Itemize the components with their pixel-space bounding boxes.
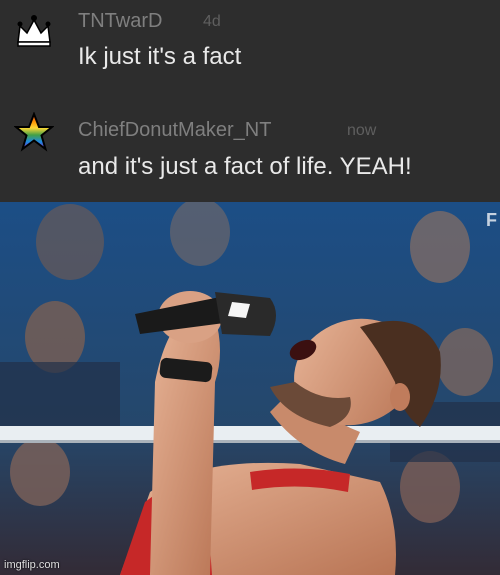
meme-image: F imgflip.com bbox=[0, 202, 500, 575]
comment-text: Ik just it's a fact bbox=[78, 43, 242, 70]
comment-timestamp: now bbox=[347, 122, 377, 139]
comment-timestamp: 4d bbox=[203, 13, 221, 30]
crown-icon[interactable] bbox=[14, 10, 54, 50]
rainbow-star-icon[interactable] bbox=[13, 111, 55, 152]
comment-username[interactable]: TNTwarD bbox=[78, 10, 162, 33]
comment: ChiefDonutMaker_NT now and it's just a f… bbox=[0, 100, 500, 202]
wrestler-singing-photo bbox=[0, 202, 500, 575]
comment: TNTwarD 4d Ik just it's a fact bbox=[0, 0, 500, 100]
comment-username[interactable]: ChiefDonutMaker_NT bbox=[78, 119, 271, 142]
comment-text: and it's just a fact of life. YEAH! bbox=[78, 153, 412, 180]
imgflip-watermark: imgflip.com bbox=[4, 559, 60, 571]
corner-logo: F bbox=[486, 210, 497, 230]
comment-thread: TNTwarD 4d Ik just it's a fact ChiefDonu… bbox=[0, 0, 500, 202]
